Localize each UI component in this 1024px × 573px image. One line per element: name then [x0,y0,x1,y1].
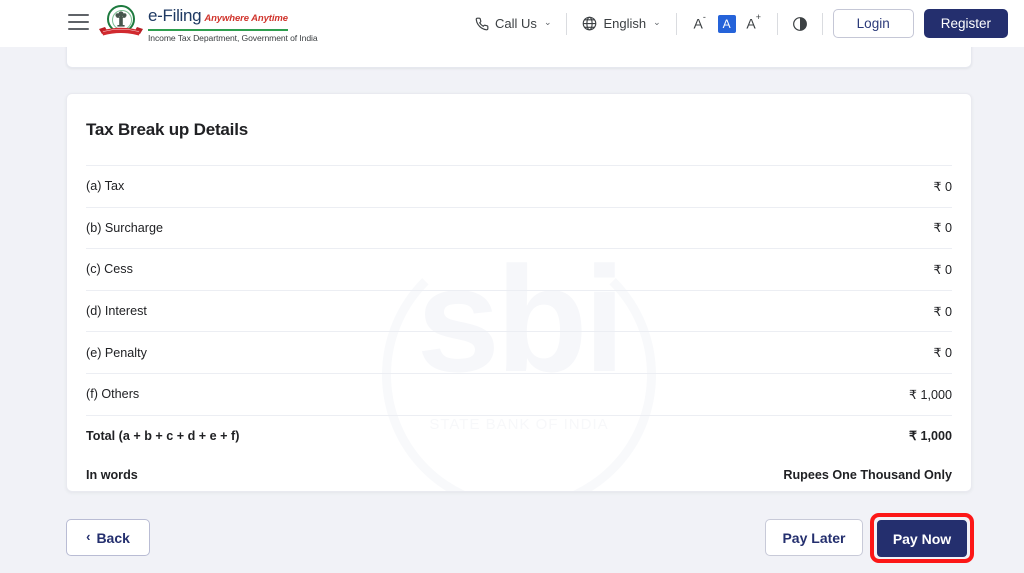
font-size-normal-button[interactable]: A [717,14,736,33]
font-size-increase-label: A [746,15,756,32]
hamburger-bar [68,20,89,24]
back-button[interactable]: ‹ Back [66,519,150,556]
tax-breakup-card: sbi STATE BANK OF INDIA Tax Break up Det… [66,93,972,492]
row-label: (c) Cess [86,262,133,277]
header-actions: Call Us ⌄ English ⌄ A- A A+ Login Regist… [462,0,1008,47]
font-size-decrease-button[interactable]: A- [691,13,709,32]
pay-now-highlight: Pay Now [870,513,974,563]
chevron-down-icon: ⌄ [543,17,552,27]
in-words-value: Rupees One Thousand Only [783,467,952,482]
row-value: ₹ 0 [933,179,952,194]
font-size-increase-button[interactable]: A+ [745,13,763,32]
call-us-label: Call Us [495,16,537,31]
call-us-menu[interactable]: Call Us ⌄ [462,10,564,38]
phone-icon [475,17,489,31]
hamburger-bar [68,14,89,17]
language-selector[interactable]: English ⌄ [569,10,673,38]
brand-subtitle: Income Tax Department, Government of Ind… [148,32,318,43]
row-value: ₹ 1,000 [908,387,952,402]
in-words-row: In words Rupees One Thousand Only [86,456,952,491]
header-divider [675,12,677,35]
table-row: (a) Tax ₹ 0 [86,165,952,207]
brand-text: e-Filing Anywhere Anytime Income Tax Depa… [148,6,318,43]
row-label: (d) Interest [86,304,147,319]
font-size-increase-sup: + [755,12,761,23]
page-body: sbi STATE BANK OF INDIA Tax Break up Det… [0,0,1024,573]
font-size-controls: A- A A+ [679,13,775,33]
font-size-decrease-label: A [693,15,703,32]
table-row: (d) Interest ₹ 0 [86,289,952,332]
tax-breakup-content: Tax Break up Details (a) Tax ₹ 0 (b) Sur… [67,94,971,491]
row-value: ₹ 0 [933,221,952,236]
contrast-toggle-button[interactable] [780,16,820,32]
tax-breakup-table: (a) Tax ₹ 0 (b) Surcharge ₹ 0 (c) Cess ₹… [86,165,952,491]
chevron-down-icon: ⌄ [653,17,661,27]
action-bar: ‹ Back Pay Later Pay Now [0,513,1024,573]
hamburger-menu-icon[interactable] [68,14,89,30]
income-tax-department-emblem-icon [98,4,144,44]
login-button[interactable]: Login [832,9,914,38]
brand-title: e-Filing [148,5,202,25]
chevron-left-icon: ‹ [86,529,91,544]
pay-now-button[interactable]: Pay Now [877,520,967,557]
table-row: (b) Surcharge ₹ 0 [86,206,952,249]
total-row: Total (a + b + c + d + e + f) ₹ 1,000 [86,414,952,456]
row-label: (e) Penalty [86,345,147,360]
page-title: Tax Break up Details [86,120,248,139]
row-label: (f) Others [86,387,140,402]
site-header: e-Filing Anywhere Anytime Income Tax Depa… [0,0,1024,47]
brand-logo[interactable]: e-Filing Anywhere Anytime Income Tax Depa… [98,4,318,44]
table-row: (f) Others ₹ 1,000 [86,372,952,415]
in-words-label: In words [86,467,138,482]
pay-later-button[interactable]: Pay Later [765,519,863,556]
font-size-decrease-sup: - [702,12,706,23]
total-label: Total (a + b + c + d + e + f) [86,428,240,443]
emblem-ribbon [98,26,144,39]
table-row: (c) Cess ₹ 0 [86,248,952,290]
register-button[interactable]: Register [923,9,1008,38]
row-value: ₹ 0 [933,346,952,361]
table-row: (e) Penalty ₹ 0 [86,331,952,373]
header-divider [821,12,823,35]
row-value: ₹ 0 [933,304,952,319]
row-value: ₹ 0 [933,262,952,277]
language-label: English [603,16,647,31]
total-value: ₹ 1,000 [908,429,952,444]
contrast-icon [792,16,808,32]
header-divider [566,12,568,35]
back-button-label: Back [96,529,130,546]
ashoka-pillar-icon [114,10,128,28]
globe-icon [582,16,597,31]
row-label: (b) Surcharge [86,220,163,235]
brand-tagline: Anywhere Anytime [204,12,288,24]
font-size-normal-label: A [722,16,731,31]
header-divider [776,12,778,35]
row-label: (a) Tax [86,179,125,194]
brand-title-line: e-Filing Anywhere Anytime [148,5,288,31]
hamburger-bar [68,27,89,30]
